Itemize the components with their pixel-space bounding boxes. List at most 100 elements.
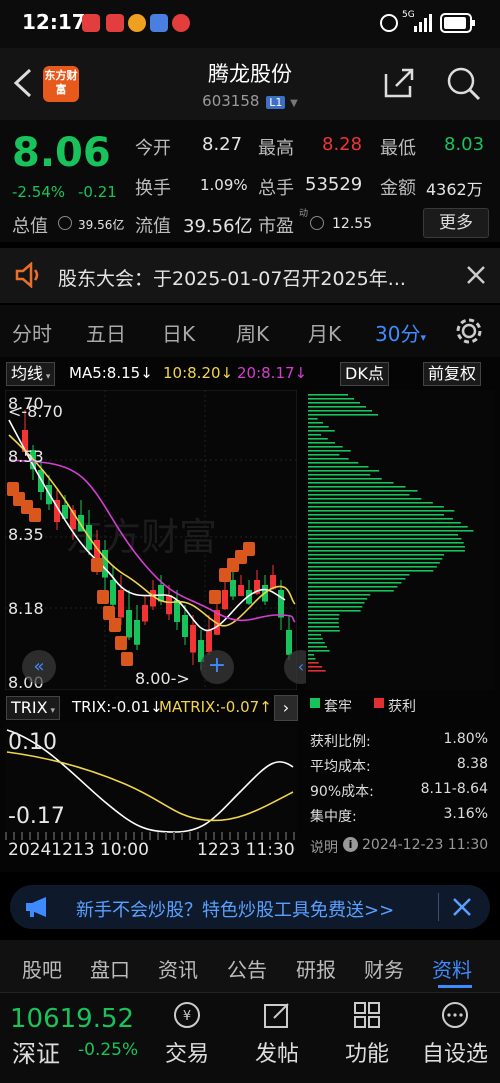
low-value: 8.03 xyxy=(444,134,485,155)
gear-icon[interactable] xyxy=(454,316,484,346)
time-ticks xyxy=(5,832,297,840)
total-mv-label: 总值 xyxy=(12,216,48,237)
chip-bar xyxy=(308,414,378,416)
close-icon[interactable] xyxy=(466,265,486,285)
pe-superscript: 动 xyxy=(299,209,309,219)
dk-marker xyxy=(243,542,255,556)
chip-bar xyxy=(308,626,339,628)
tab-research[interactable]: 研报 xyxy=(296,954,336,983)
weibo-icon xyxy=(128,14,146,32)
chip-note-label[interactable]: 说明 xyxy=(310,837,338,857)
tab-30min[interactable]: 30分▾ xyxy=(375,318,426,347)
more-button[interactable]: 更多 xyxy=(423,208,489,238)
adjust-label: 前复权 xyxy=(428,364,477,383)
trix-select[interactable]: TRIX ▾ xyxy=(6,696,60,720)
functions-button[interactable]: 功能 xyxy=(327,1036,407,1068)
tab-weekly[interactable]: 周K xyxy=(236,318,269,347)
chip-bar xyxy=(308,642,325,644)
chip-bar xyxy=(308,538,462,540)
dk-marker xyxy=(115,636,127,650)
stock-title: 腾龙股份 xyxy=(208,62,292,86)
add-watchlist-button[interactable]: 自设选 xyxy=(415,1036,495,1068)
post-button[interactable]: 发帖 xyxy=(237,1036,317,1068)
tab-profile[interactable]: 资料 xyxy=(432,954,472,983)
chip-bar xyxy=(308,426,329,428)
total-mv-value: 39.56亿 xyxy=(78,218,125,232)
candle-body xyxy=(190,625,196,653)
trix-value: TRIX:-0.01↓ xyxy=(72,698,163,716)
tab-orderbook[interactable]: 盘口 xyxy=(90,954,130,983)
status-time: 12:17 xyxy=(22,10,86,34)
level-badge: L1 xyxy=(266,96,286,109)
info-icon[interactable] xyxy=(310,216,324,230)
dk-point-toggle[interactable]: DK点 xyxy=(340,362,389,386)
chip-row: 集中度: 3.16% xyxy=(310,806,488,826)
scroll-left-button[interactable]: « xyxy=(22,650,56,684)
chip-bar xyxy=(308,474,371,476)
chip-bar xyxy=(308,646,328,648)
trix-next-button[interactable]: › xyxy=(274,695,298,721)
chip-bar xyxy=(308,458,349,460)
share-icon[interactable] xyxy=(382,66,416,100)
current-price: 8.06 xyxy=(12,130,111,176)
info-icon[interactable] xyxy=(58,216,72,230)
chip-bar xyxy=(308,546,465,548)
ma5-legend: MA5:8.15↓ xyxy=(69,364,153,382)
chip-bar xyxy=(308,490,418,492)
turnover-value: 1.09% xyxy=(200,176,248,194)
candle-body xyxy=(142,605,148,622)
chip-bar xyxy=(308,618,339,620)
tab-daily[interactable]: 日K xyxy=(162,318,195,347)
tab-five-day[interactable]: 五日 xyxy=(86,318,126,347)
tab-news[interactable]: 资讯 xyxy=(158,954,198,983)
chip-bar xyxy=(308,662,319,664)
chip-bar xyxy=(308,442,335,444)
network-label: 5G xyxy=(402,10,415,20)
tab-monthly[interactable]: 月K xyxy=(308,318,341,347)
megaphone-icon xyxy=(26,897,46,917)
candle-body xyxy=(238,585,244,596)
float-mv-label: 流值 xyxy=(135,216,171,237)
indicator-select[interactable]: 均线 ▾ xyxy=(6,362,56,386)
pe-label: 市盈 xyxy=(258,216,294,237)
notification-icon xyxy=(82,14,100,32)
banner-text: 新手不会炒股？特色炒股工具免费送>> xyxy=(76,900,395,921)
chip-bar xyxy=(308,586,398,588)
stock-code-row[interactable]: 603158 L1 ▼ xyxy=(0,92,500,110)
chip-bar xyxy=(308,634,322,636)
chip-bar xyxy=(308,438,328,440)
indicator-label: 均线 xyxy=(11,364,44,383)
search-icon[interactable] xyxy=(446,66,482,102)
alarm-icon xyxy=(380,14,398,32)
trix-date-right: 1223 11:30 xyxy=(197,840,295,860)
tab-announcements[interactable]: 公告 xyxy=(227,954,267,983)
chip-row-label: 90%成本: xyxy=(310,784,374,800)
chip-bar xyxy=(308,590,394,592)
tab-intraday[interactable]: 分时 xyxy=(12,318,52,347)
zoom-in-button[interactable]: + xyxy=(200,650,234,684)
turnover-label: 换手 xyxy=(135,178,171,199)
chip-bar xyxy=(308,454,340,456)
kline-chart[interactable]: 东方财富 xyxy=(5,390,297,690)
ma10-legend: 10:8.20↓ xyxy=(163,364,234,382)
chip-bar xyxy=(308,630,340,632)
adjust-select[interactable]: 前复权 xyxy=(423,362,482,386)
chip-bar xyxy=(308,418,318,420)
index-value[interactable]: 10619.52 xyxy=(10,1004,134,1034)
chip-bar xyxy=(308,450,351,452)
info-icon[interactable]: i xyxy=(343,837,358,852)
candle-body xyxy=(222,590,228,610)
tab-finance[interactable]: 财务 xyxy=(364,954,404,983)
trade-button[interactable]: 交易 xyxy=(147,1036,227,1068)
chip-row: 获利比例: 1.80% xyxy=(310,731,488,751)
chip-bar xyxy=(308,406,366,408)
tab-guba[interactable]: 股吧 xyxy=(22,954,62,983)
y-label: 8.18 xyxy=(8,599,44,618)
chip-bar xyxy=(308,542,464,544)
candle-body xyxy=(174,600,180,622)
chip-bar xyxy=(308,494,410,496)
amount-value: 4362万 xyxy=(426,180,483,199)
chip-bar xyxy=(308,610,361,612)
close-icon[interactable] xyxy=(452,897,472,917)
chip-bar xyxy=(308,638,323,640)
